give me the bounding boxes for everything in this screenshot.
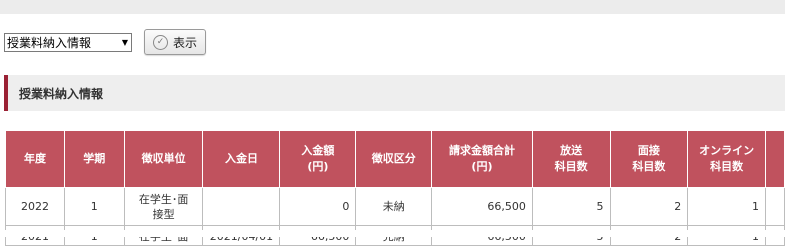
cell-amount: 0 xyxy=(279,187,357,226)
col-extra xyxy=(764,130,785,188)
cell-date xyxy=(202,187,281,226)
section-title: 授業料納入情報 xyxy=(4,75,785,111)
info-type-select[interactable]: 授業料納入情報 ▼ xyxy=(4,32,132,52)
col-year: 年度 xyxy=(5,130,65,188)
show-button[interactable]: ✓ 表示 xyxy=(144,29,206,55)
cell-broadcast: 5 xyxy=(531,187,611,226)
show-button-label: 表示 xyxy=(172,35,197,50)
table-header-row: 年度 学期 徴収単位 入金日 入金額 (円) 徴収区分 請求金額合計 (円) 放… xyxy=(5,130,785,188)
col-term: 学期 xyxy=(63,130,125,188)
col-date: 入金日 xyxy=(202,130,281,188)
cell-unit: 在学生･面接型 xyxy=(123,187,204,226)
section-title-text: 授業料納入情報 xyxy=(19,86,104,101)
payment-table: 年度 学期 徴収単位 入金日 入金額 (円) 徴収区分 請求金額合計 (円) 放… xyxy=(5,130,785,246)
toolbar: 授業料納入情報 ▼ ✓ 表示 xyxy=(4,29,206,55)
col-broadcast: 放送 科目数 xyxy=(531,130,611,188)
col-online: オンライン 科目数 xyxy=(687,130,766,188)
cell-total: 66,500 xyxy=(431,187,533,226)
col-status: 徴収区分 xyxy=(355,130,433,188)
table-row: 2022 1 在学生･面接型 0 未納 66,500 5 2 1 xyxy=(5,187,785,226)
top-band xyxy=(0,0,785,14)
cell-status: 未納 xyxy=(355,187,433,226)
cell-year: 2022 xyxy=(5,187,65,226)
col-interview: 面接 科目数 xyxy=(609,130,689,188)
col-unit: 徴収単位 xyxy=(123,130,204,188)
select-value: 授業料納入情報 xyxy=(7,35,92,50)
cell-online: 1 xyxy=(687,187,766,226)
cell-extra xyxy=(764,187,785,226)
col-amount: 入金額 (円) xyxy=(279,130,357,188)
cell-interview: 2 xyxy=(609,187,689,226)
cell-term: 1 xyxy=(63,187,125,226)
viewport-cutoff xyxy=(0,230,785,237)
chevron-down-icon: ▼ xyxy=(121,37,128,47)
check-circle-icon: ✓ xyxy=(152,34,168,50)
col-total: 請求金額合計 (円) xyxy=(431,130,533,188)
